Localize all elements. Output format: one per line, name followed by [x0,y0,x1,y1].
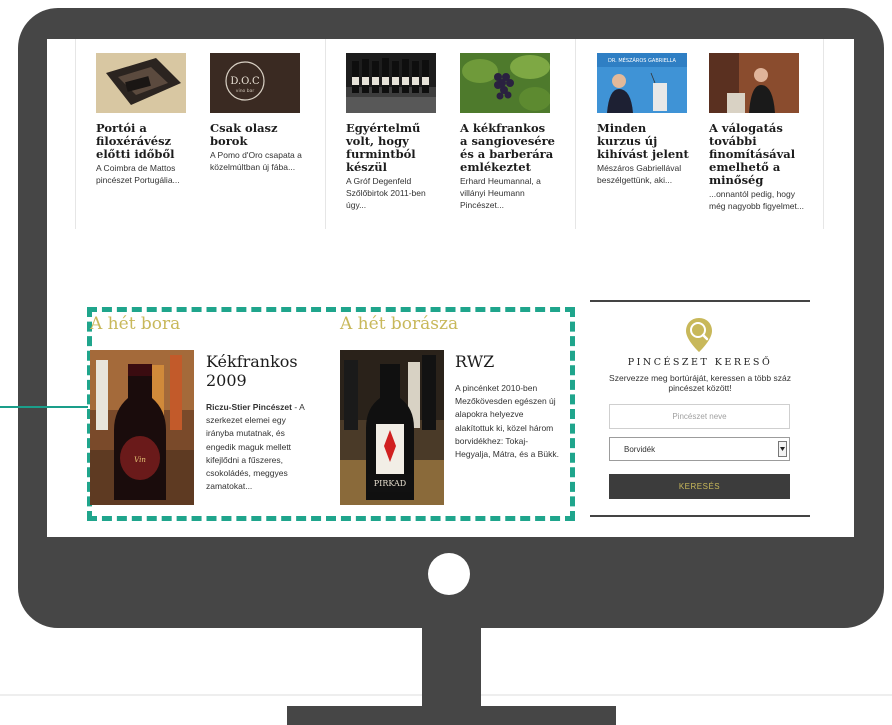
monitor-screen: Portói a filoxérávész előtti időből A Co… [47,39,854,537]
search-magnifier-pin-icon [684,316,714,354]
winemaker-of-week-heading: A hét borásza [340,314,459,334]
article-strip: Portói a filoxérávész előtti időből A Co… [75,39,825,229]
article-card[interactable]: A válogatás további finomításával emelhe… [709,53,805,212]
winemaker-of-week-title[interactable]: RWZ [455,352,545,371]
search-button[interactable]: KERESÉS [609,474,790,499]
article-title[interactable]: Portói a filoxérávész előtti időből [96,122,192,161]
wine-of-week-description: - A szerkezet elemei egy irányba mutatna… [206,402,305,492]
article-excerpt: A Pomo d'Oro csapata a közelmúltban új f… [210,150,302,172]
article-title[interactable]: A válogatás további finomításával emelhe… [709,122,805,187]
winery-name-input[interactable] [609,404,790,429]
svg-text:vino bar: vino bar [236,88,255,94]
wine-of-week-image[interactable]: Vin [90,350,194,505]
article-thumbnail[interactable] [460,53,551,113]
monitor-stand-base [287,706,616,725]
article-card[interactable]: D.O.C vino bar Csak olasz borok A Pomo d… [210,53,306,173]
article-excerpt: A Gróf Degenfeld Szőlőbirtok 2011-ben úg… [346,176,426,210]
article-excerpt: Erhard Heumannal, a villányi Heumann Pin… [460,176,541,210]
widget-description: Szervezze meg bortúráját, keressen a töb… [609,373,791,393]
article-thumbnail[interactable] [96,53,186,113]
wine-of-week-heading: A hét bora [90,314,181,334]
article-title[interactable]: Csak olasz borok [210,122,306,148]
winemaker-of-week-image[interactable]: PIRKAD [340,350,444,505]
monitor-neck [422,626,481,708]
article-card[interactable]: DR. MÉSZÁROS GABRIELLA Minden kurzus új … [597,53,693,186]
winery-search-widget: PINCÉSZET KERESŐ Szervezze meg bortúrájá… [590,300,810,517]
wine-region-select-value: Borvidék [624,445,656,454]
article-title[interactable]: A kékfrankos a sangiovesére és a barberá… [460,122,556,174]
wine-of-week-text: Riczu-Stier Pincészet - A szerkezet elem… [206,401,310,493]
svg-text:D.O.C: D.O.C [230,76,260,87]
article-excerpt: ...onnantól pedig, hogy még nagyobb figy… [709,189,804,211]
article-thumbnail[interactable]: D.O.C vino bar [210,53,300,113]
article-card[interactable]: Egyértelmű volt, hogy furmintból készül … [346,53,442,211]
article-thumbnail[interactable] [346,53,436,113]
chevron-down-icon[interactable] [778,441,787,457]
wine-of-week-producer: Riczu-Stier Pincészet [206,402,292,412]
article-card[interactable]: A kékfrankos a sangiovesére és a barberá… [460,53,556,211]
winemaker-of-week-text: A pincénket 2010-ben Mezőkövesden egésze… [455,383,559,460]
article-card[interactable]: Portói a filoxérávész előtti időből A Co… [96,53,192,186]
widget-title: PINCÉSZET KERESŐ [627,357,773,368]
svg-text:Vin: Vin [134,456,146,464]
pirkad-label-text: PIRKAD [374,479,406,488]
article-title[interactable]: Egyértelmű volt, hogy furmintból készül [346,122,442,174]
callout-pointer-line [0,406,88,408]
article-thumbnail[interactable]: DR. MÉSZÁROS GABRIELLA [597,53,687,113]
article-title[interactable]: Minden kurzus új kihívást jelent [597,122,693,161]
article-thumbnail[interactable] [709,53,799,113]
article-excerpt: Mészáros Gabriellával beszélgettünk, aki… [597,163,682,185]
article-excerpt: A Coimbra de Mattos pincészet Portugália… [96,163,180,185]
wine-region-select[interactable]: Borvidék [609,437,790,461]
power-button-icon [428,553,470,595]
svg-text:DR. MÉSZÁROS GABRIELLA: DR. MÉSZÁROS GABRIELLA [608,56,677,64]
wine-of-week-title[interactable]: Kékfrankos 2009 [206,352,306,390]
